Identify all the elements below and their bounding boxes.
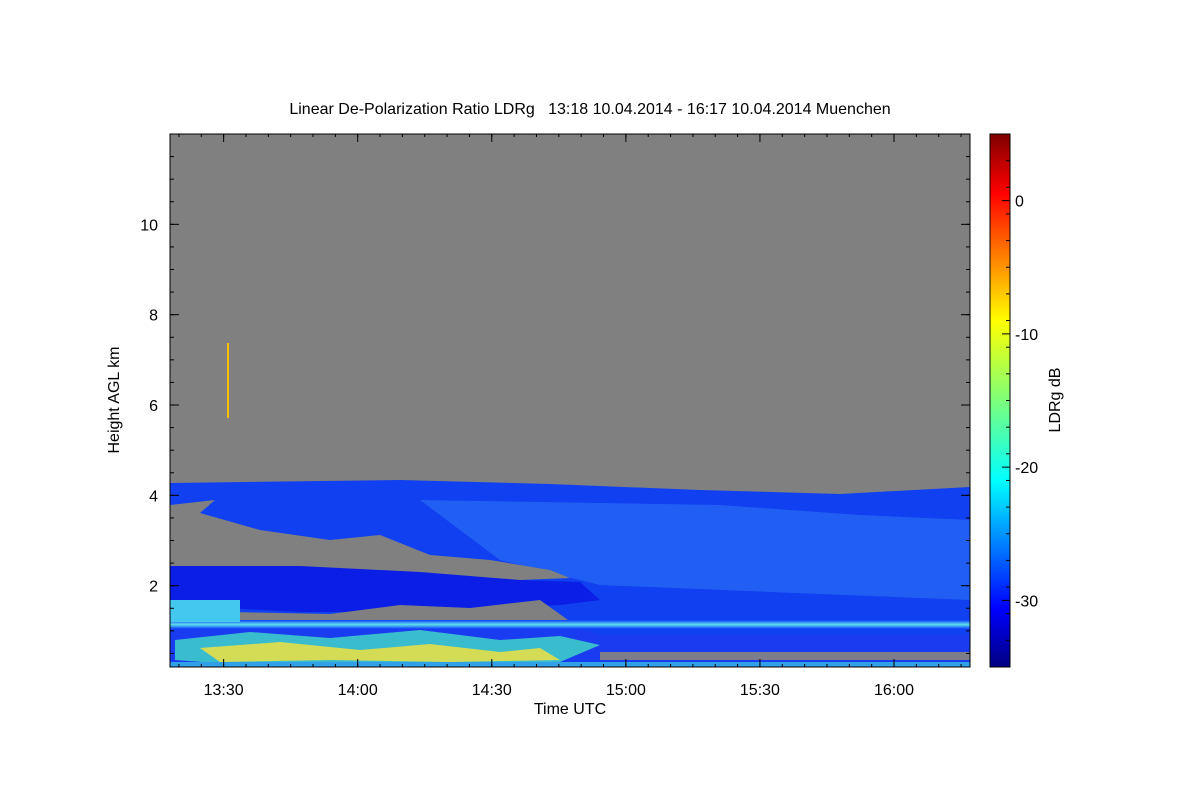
- y-tick-label: 4: [149, 488, 158, 505]
- colorbar-axis: 0 -10 -20 -30: [1002, 133, 1038, 668]
- y-tick-label: 6: [149, 398, 158, 415]
- plot-area: [170, 134, 970, 667]
- ldr-figure: Linear De-Polarization Ratio LDRg 13:18 …: [106, 101, 1064, 718]
- x-tick-label: 15:00: [606, 682, 646, 699]
- colorbar-tick-label: -10: [1015, 327, 1038, 344]
- chart-title: Linear De-Polarization Ratio LDRg 13:18 …: [289, 101, 890, 118]
- x-tick-label: 16:00: [874, 682, 914, 699]
- bright-band-left: [170, 600, 240, 622]
- x-tick-label: 15:30: [740, 682, 780, 699]
- y-tick-label: 10: [140, 217, 158, 234]
- colorbar-label: LDRg dB: [1047, 368, 1064, 433]
- ground-strip-grey: [600, 652, 970, 660]
- isolated-feature: [227, 343, 229, 418]
- colorbar-tick-label: -20: [1015, 460, 1038, 477]
- ground-strip: [170, 662, 970, 667]
- y-axis-label: Height AGL km: [106, 346, 123, 453]
- colorbar-tick-label: -30: [1015, 593, 1038, 610]
- bright-band: [170, 620, 970, 629]
- x-tick-label: 13:30: [204, 682, 244, 699]
- x-tick-label: 14:30: [472, 682, 512, 699]
- x-tick-label: 14:00: [338, 682, 378, 699]
- x-axis-label: Time UTC: [534, 701, 606, 718]
- colorbar-tick-label: 0: [1015, 194, 1024, 211]
- y-tick-label: 2: [149, 579, 158, 596]
- y-tick-label: 8: [149, 308, 158, 325]
